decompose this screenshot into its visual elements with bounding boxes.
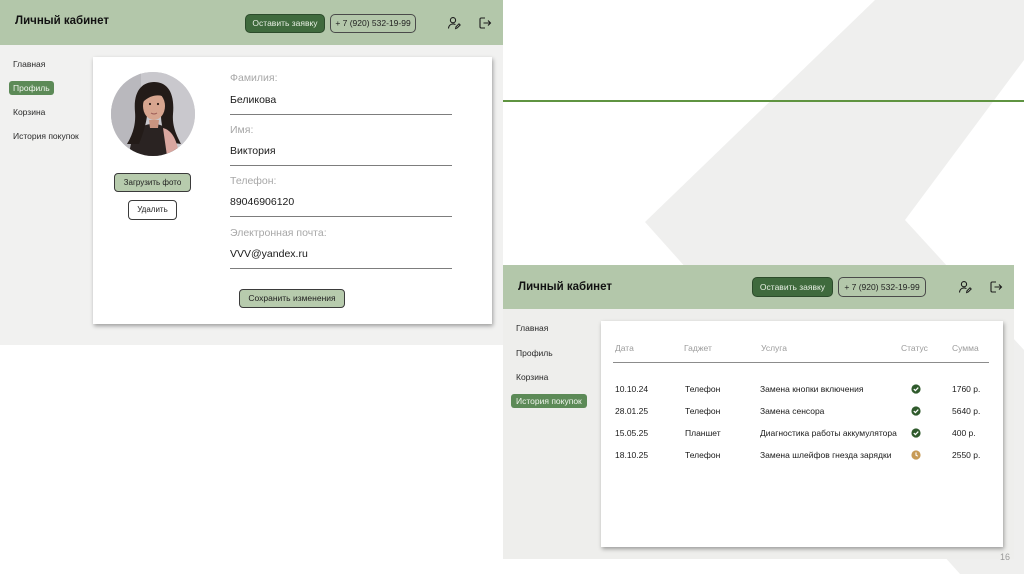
sidebar-item-profile[interactable]: Профиль [9, 81, 54, 95]
cell-date: 10.10.24 [615, 384, 649, 394]
sidebar-item-history[interactable]: История покупок [9, 129, 83, 143]
sidebar-item-history[interactable]: История покупок [511, 394, 587, 408]
cell-gadget: Телефон [685, 450, 721, 460]
page-number: 16 [999, 552, 1010, 562]
table-row[interactable]: 18.10.25 Телефон Замена шлейфов гнезда з… [601, 450, 1003, 464]
profile-card: Загрузить фото Удалить Фамилия: Беликова… [93, 57, 492, 324]
header-bar: Личный кабинет Оставить заявку + 7 (920)… [0, 0, 503, 45]
firstname-label: Имя: [230, 124, 254, 136]
avatar [111, 72, 195, 156]
accent-divider-line [503, 100, 1024, 102]
column-header-gadget: Гаджет [684, 343, 712, 353]
cell-sum: 5640 р. [952, 406, 981, 416]
cell-sum: 400 р. [952, 428, 976, 438]
sidebar-item-home[interactable]: Главная [512, 321, 552, 335]
cell-date: 28.01.25 [615, 406, 649, 416]
cell-gadget: Планшет [685, 428, 721, 438]
lastname-label: Фамилия: [230, 72, 278, 84]
phone-underline [230, 216, 452, 217]
purchase-history-table: Дата Гаджет Услуга Статус Сумма 10.10.24… [601, 321, 1003, 547]
column-header-sum: Сумма [952, 343, 979, 353]
sidebar-item-profile[interactable]: Профиль [512, 346, 557, 360]
cell-service: Замена шлейфов гнезда зарядки [760, 450, 892, 460]
phone-button[interactable]: + 7 (920) 532-19-99 [330, 14, 416, 33]
cell-sum: 1760 р. [952, 384, 981, 394]
delete-photo-button[interactable]: Удалить [128, 200, 177, 220]
sidebar-item-cart[interactable]: Корзина [512, 370, 552, 384]
firstname-underline [230, 165, 452, 166]
column-header-status: Статус [901, 343, 928, 353]
column-header-date: Дата [615, 343, 634, 353]
email-underline [230, 268, 452, 269]
table-row[interactable]: 28.01.25 Телефон Замена сенсора 5640 р. [601, 406, 1003, 420]
cell-gadget: Телефон [685, 384, 721, 394]
phone-field[interactable]: 89046906120 [230, 196, 294, 208]
firstname-field[interactable]: Виктория [230, 145, 276, 157]
table-row[interactable]: 15.05.25 Планшет Диагностика работы акку… [601, 428, 1003, 442]
cell-sum: 2550 р. [952, 450, 981, 460]
status-done-icon [911, 406, 921, 416]
phone-label: Телефон: [230, 175, 277, 187]
cell-service: Замена кнопки включения [760, 384, 864, 394]
request-button[interactable]: Оставить заявку [245, 14, 325, 33]
app-title: Личный кабинет [15, 15, 109, 27]
column-header-service: Услуга [761, 343, 787, 353]
user-edit-icon[interactable] [447, 16, 461, 30]
header-bar: Личный кабинет Оставить заявку + 7 (920)… [503, 265, 1014, 309]
history-screen: Личный кабинет Оставить заявку + 7 (920)… [503, 265, 1014, 559]
logout-icon[interactable] [478, 16, 492, 30]
status-done-icon [911, 428, 921, 438]
cell-service: Замена сенсора [760, 406, 825, 416]
status-pending-clock-icon [911, 450, 921, 460]
lastname-underline [230, 114, 452, 115]
profile-screen: Личный кабинет Оставить заявку + 7 (920)… [0, 0, 503, 345]
status-done-icon [911, 384, 921, 394]
lastname-field[interactable]: Беликова [230, 94, 276, 106]
user-edit-icon[interactable] [958, 280, 972, 294]
upload-photo-button[interactable]: Загрузить фото [114, 173, 191, 192]
cell-date: 18.10.25 [615, 450, 649, 460]
app-title: Личный кабинет [518, 281, 612, 293]
sidebar-item-cart[interactable]: Корзина [9, 105, 49, 119]
logout-icon[interactable] [989, 280, 1003, 294]
header-divider [613, 362, 989, 363]
cell-date: 15.05.25 [615, 428, 649, 438]
email-label: Электронная почта: [230, 227, 327, 239]
save-changes-button[interactable]: Сохранить изменения [239, 289, 345, 308]
cell-service: Диагностика работы аккумулятора [760, 428, 897, 438]
phone-button[interactable]: + 7 (920) 532-19-99 [838, 277, 926, 297]
table-row[interactable]: 10.10.24 Телефон Замена кнопки включения… [601, 384, 1003, 398]
email-field[interactable]: VVV@yandex.ru [230, 248, 308, 260]
sidebar-item-home[interactable]: Главная [9, 57, 49, 71]
cell-gadget: Телефон [685, 406, 721, 416]
request-button[interactable]: Оставить заявку [752, 277, 833, 297]
